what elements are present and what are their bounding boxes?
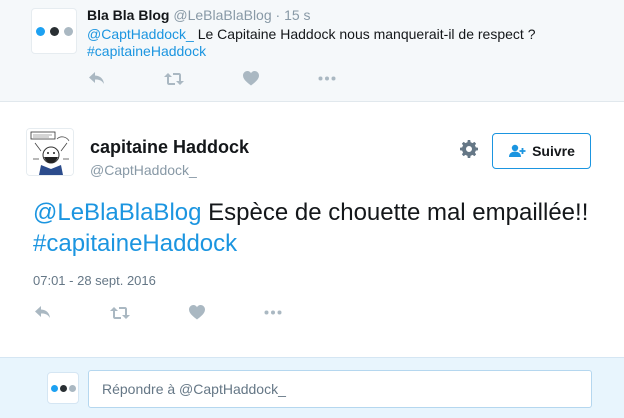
profile-avatar[interactable] (26, 128, 74, 176)
retweet-icon[interactable] (110, 306, 130, 320)
separator: · (275, 7, 281, 23)
retweet-icon[interactable] (164, 72, 184, 86)
parent-tweet[interactable]: Bla Bla Blog @LeBlaBlaBlog · 15 s @CaptH… (0, 0, 624, 102)
reply-icon[interactable] (88, 71, 105, 86)
avatar-dot (50, 27, 59, 36)
parent-tweet-actions (88, 71, 395, 86)
avatar[interactable] (31, 8, 77, 54)
tweet-time[interactable]: 15 s (284, 7, 310, 23)
mention-link[interactable]: @CaptHaddock_ (87, 26, 194, 42)
avatar-dot (64, 27, 73, 36)
tweet-text: Le Capitaine Haddock nous manquerait-il … (193, 26, 536, 42)
follow-button[interactable]: Suivre (492, 133, 591, 169)
mention-link[interactable]: @LeBlaBlaBlog (33, 199, 201, 226)
follow-label: Suivre (532, 143, 575, 159)
more-icon[interactable] (318, 76, 336, 81)
more-icon[interactable] (264, 310, 282, 315)
avatar-dot (60, 385, 67, 392)
follow-user-icon (509, 144, 526, 157)
reply-input[interactable]: Répondre à @CaptHaddock_ (88, 370, 592, 408)
author-name[interactable]: Bla Bla Blog (87, 7, 169, 23)
hashtag-link[interactable]: #capitaineHaddock (87, 43, 206, 59)
tweet-body: Espèce de chouette mal empaillée!! (201, 199, 589, 226)
author-handle[interactable]: @LeBlaBlaBlog (173, 7, 271, 23)
avatar-dot (36, 27, 45, 36)
heart-icon[interactable] (243, 71, 259, 86)
hashtag-link[interactable]: #capitaineHaddock (33, 230, 237, 257)
author-handle[interactable]: @CaptHaddock_ (90, 162, 197, 178)
heart-icon[interactable] (189, 305, 205, 320)
tweet-timestamp[interactable]: 07:01 - 28 sept. 2016 (33, 273, 156, 288)
tweet-actions (34, 305, 341, 320)
avatar-dot (51, 385, 58, 392)
author-name[interactable]: capitaine Haddock (90, 137, 249, 158)
gear-icon[interactable] (459, 139, 479, 159)
parent-tweet-text: @CaptHaddock_ Le Capitaine Haddock nous … (87, 26, 607, 60)
parent-tweet-header: Bla Bla Blog @LeBlaBlaBlog · 15 s (87, 7, 311, 23)
avatar-dot (69, 385, 76, 392)
haddock-drawing-icon (27, 129, 73, 175)
reply-icon[interactable] (34, 305, 51, 320)
avatar (47, 372, 79, 404)
tweet-text: @LeBlaBlaBlog Espèce de chouette mal emp… (33, 197, 593, 259)
